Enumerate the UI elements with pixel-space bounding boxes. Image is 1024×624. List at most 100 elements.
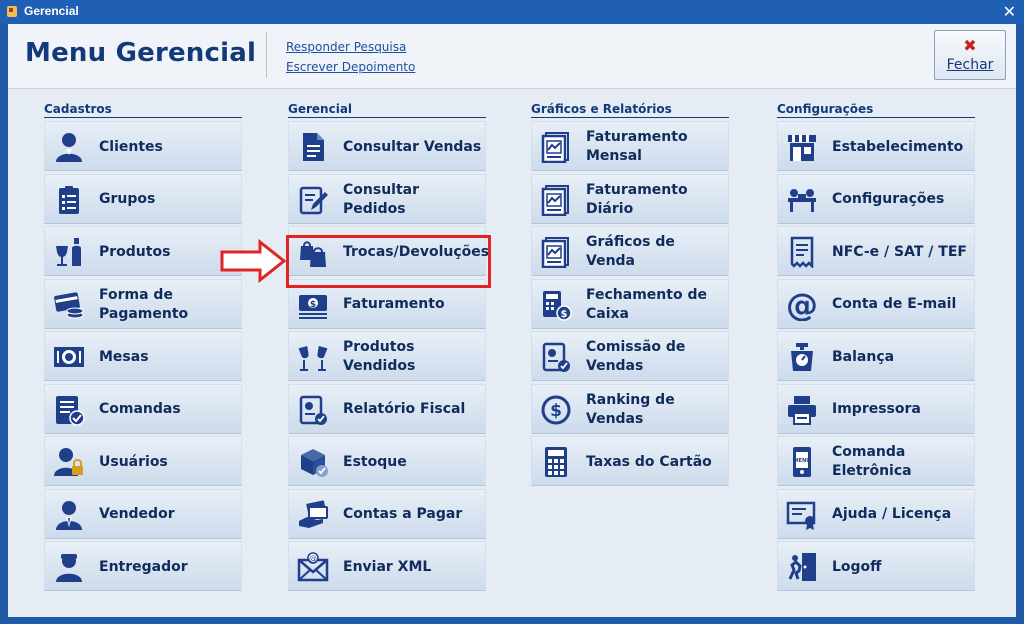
produtos-button[interactable]: Produtos [44, 226, 242, 276]
button-label: Contas a Pagar [343, 506, 463, 522]
glasses-cheers-icon [297, 341, 329, 373]
button-label: Ranking de Vendas [586, 391, 675, 427]
button-label: Balança [832, 348, 895, 365]
enviar-xml-button[interactable]: @ Enviar XML [288, 541, 486, 591]
plate-icon [53, 341, 85, 373]
exit-door-icon [786, 551, 818, 583]
button-label: Comanda Eletrônica [832, 444, 912, 479]
nfc-e-sat-tef-button[interactable]: NFC-e / SAT / TEF [777, 226, 975, 276]
svg-text:$: $ [310, 300, 316, 310]
configuracoes-button[interactable]: Configurações [777, 173, 975, 224]
header-divider [266, 32, 267, 78]
clientes-button[interactable]: Clientes [44, 121, 242, 171]
button-label: Ajuda / Licença [832, 506, 952, 522]
column-title: Gerencial [288, 102, 486, 118]
calculator-coin-icon: $ [540, 289, 572, 321]
button-label: Impressora [832, 401, 921, 417]
window-close-icon[interactable]: ✕ [1003, 2, 1016, 21]
button-label: Configurações [832, 191, 945, 207]
impressora-button[interactable]: Impressora [777, 383, 975, 434]
grupos-button[interactable]: Grupos [44, 173, 242, 224]
chart-document-icon [540, 236, 572, 268]
person-icon [53, 131, 85, 163]
comanda-eletronica-button[interactable]: MENU Comanda Eletrônica [777, 436, 975, 486]
button-label: Entregador [99, 558, 188, 575]
store-icon [786, 131, 818, 163]
delivery-person-icon [53, 551, 85, 583]
window-title: Gerencial [24, 4, 79, 18]
button-label: Conta de E-mail [832, 296, 957, 312]
comandas-button[interactable]: Comandas [44, 383, 242, 434]
close-x-icon: ✖ [963, 36, 977, 55]
button-label: Produtos Vendidos [343, 339, 416, 374]
fechar-button[interactable]: ✖ Fechar [934, 30, 1006, 80]
report-check-icon [540, 341, 572, 373]
button-label: Consultar Vendas [343, 138, 482, 155]
relatorio-fiscal-button[interactable]: Relatório Fiscal [288, 383, 486, 434]
fechar-label: Fechar [946, 57, 994, 73]
logoff-button[interactable]: Logoff [777, 541, 975, 591]
at-sign-icon: @ [786, 289, 818, 321]
conta-de-e-mail-button[interactable]: @ Conta de E-mail [777, 278, 975, 329]
button-label: Gráficos de Venda [586, 234, 675, 269]
produtos-vendidos-button[interactable]: Produtos Vendidos [288, 331, 486, 381]
user-lock-icon [53, 446, 85, 478]
money-bill-icon: $ [297, 289, 329, 321]
graficos-de-venda-button[interactable]: Gráficos de Venda [531, 226, 729, 276]
ajuda-licenca-button[interactable]: Ajuda / Licença [777, 488, 975, 539]
button-label: Estoque [343, 453, 407, 470]
button-label: Clientes [99, 138, 163, 155]
comissao-de-vendas-button[interactable]: Comissão de Vendas [531, 331, 729, 381]
ranking-de-vendas-button[interactable]: $ Ranking de Vendas [531, 383, 729, 434]
faturamento-mensal-button[interactable]: Faturamento Mensal [531, 121, 729, 171]
estoque-button[interactable]: Estoque [288, 436, 486, 486]
edit-document-icon [297, 184, 329, 216]
svg-text:$: $ [561, 309, 568, 320]
button-label: Faturamento Mensal [586, 129, 688, 164]
printer-icon [786, 394, 818, 426]
column-title: Gráficos e Relatórios [531, 102, 729, 118]
dollar-circle-icon: $ [540, 394, 572, 426]
list-check-icon [53, 394, 85, 426]
svg-text:MENU: MENU [794, 458, 811, 464]
box-check-icon [297, 446, 329, 478]
button-label: Estabelecimento [832, 138, 964, 155]
consultar-vendas-button[interactable]: Consultar Vendas [288, 121, 486, 171]
forma-de-pagamento-button[interactable]: Forma de Pagamento [44, 278, 242, 329]
escrever-depoimento-link[interactable]: Escrever Depoimento [286, 60, 415, 74]
mobile-menu-icon: MENU [786, 446, 818, 478]
balanca-button[interactable]: Balança [777, 331, 975, 381]
report-check-icon [297, 394, 329, 426]
taxas-do-cartao-button[interactable]: Taxas do Cartão [531, 436, 729, 486]
chart-document-icon [540, 131, 572, 163]
usuarios-button[interactable]: Usuários [44, 436, 242, 486]
consultar-pedidos-button[interactable]: Consultar Pedidos [288, 173, 486, 224]
button-label: Fechamento de Caixa [586, 286, 707, 322]
fechamento-de-caixa-button[interactable]: $ Fechamento de Caixa [531, 278, 729, 329]
page-title: Menu Gerencial [25, 38, 257, 68]
people-desk-icon [786, 184, 818, 216]
button-label: NFC-e / SAT / TEF [832, 243, 967, 260]
hand-cards-icon [297, 499, 329, 531]
button-label: Logoff [832, 558, 882, 575]
svg-text:$: $ [550, 401, 562, 421]
contas-a-pagar-button[interactable]: Contas a Pagar [288, 488, 486, 539]
envelope-at-icon: @ [297, 551, 329, 583]
title-bar: Gerencial ✕ [0, 0, 1024, 24]
estabelecimento-button[interactable]: Estabelecimento [777, 121, 975, 171]
entregador-button[interactable]: Entregador [44, 541, 242, 591]
button-label: Taxas do Cartão [586, 453, 712, 470]
menu-body: Cadastros Clientes Grupos Produtos Forma de … [8, 88, 1016, 617]
application-window: Gerencial ✕ Menu Gerencial Responder Pes… [0, 0, 1024, 624]
highlight-box [286, 235, 491, 288]
faturamento-diario-button[interactable]: Faturamento Diário [531, 173, 729, 224]
button-label: Comandas [99, 401, 181, 417]
button-label: Grupos [99, 191, 156, 207]
button-label: Usuários [99, 453, 168, 470]
mesas-button[interactable]: Mesas [44, 331, 242, 381]
app-icon [7, 6, 17, 17]
button-label: Comissão de Vendas [586, 339, 686, 374]
column-title: Cadastros [44, 102, 242, 118]
vendedor-button[interactable]: Vendedor [44, 488, 242, 539]
responder-pesquisa-link[interactable]: Responder Pesquisa [286, 40, 406, 54]
